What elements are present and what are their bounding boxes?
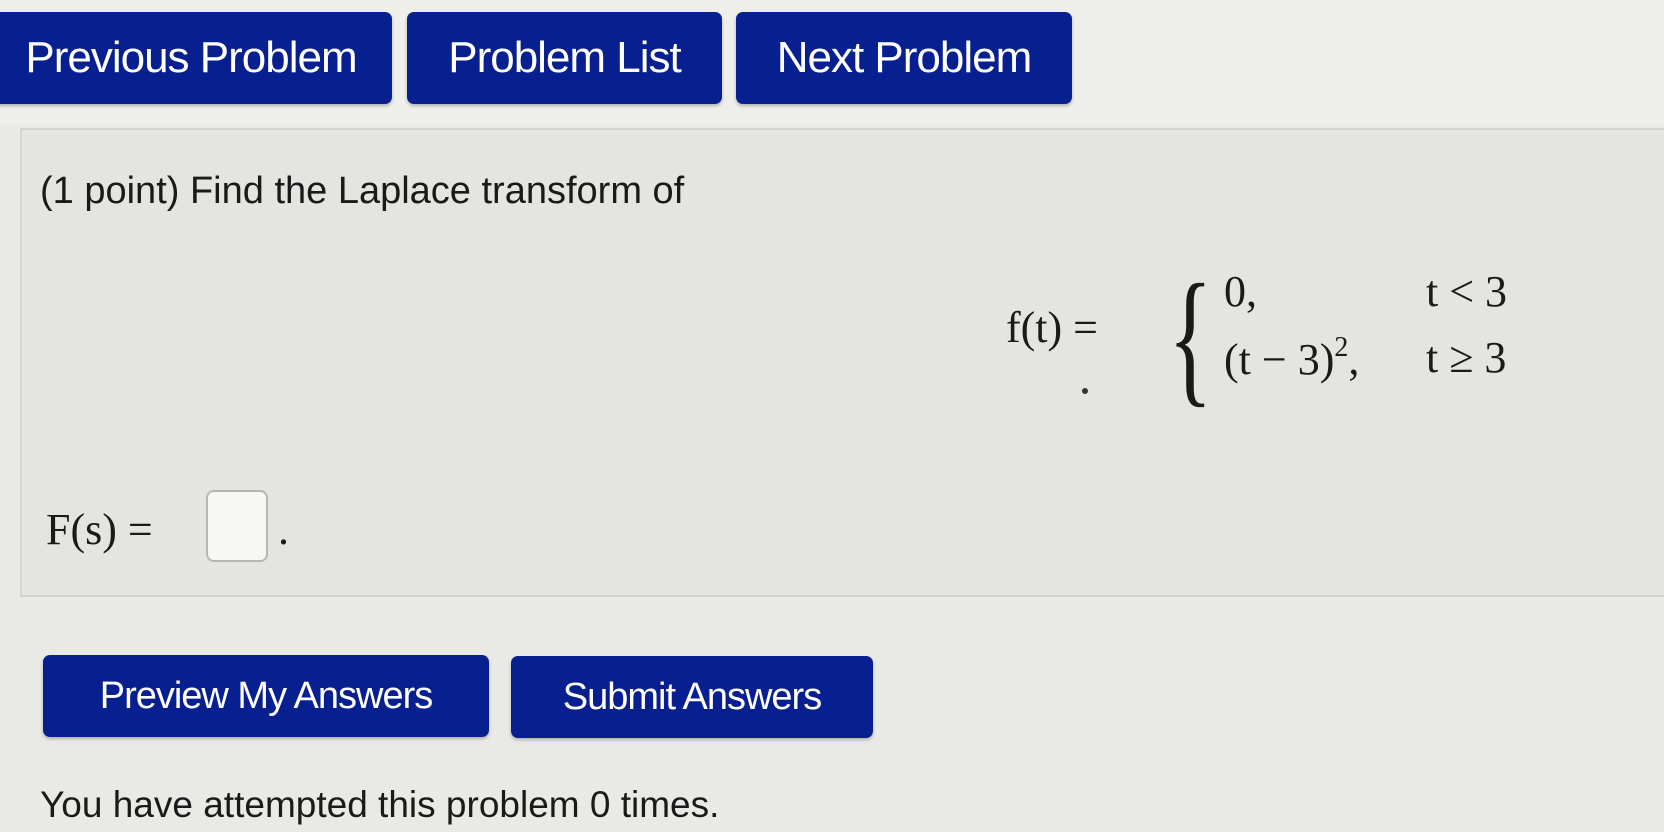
piecewise-case-1-value: 0, [1224,267,1257,316]
preview-answers-button[interactable]: Preview My Answers [43,655,489,737]
answer-period: . [278,505,289,554]
piecewise-case-2-condition: t ≥ 3 [1426,333,1507,382]
next-problem-button[interactable]: Next Problem [736,12,1072,104]
case-2-base: (t − 3) [1224,335,1335,384]
piecewise-brace: { [1168,254,1213,420]
piecewise-case-2-value: (t − 3)2, [1224,332,1359,385]
case-2-exponent: 2 [1334,332,1349,363]
case-2-comma: , [1348,335,1360,384]
answer-lhs: F(s) = [46,505,153,554]
problem-body: (1 point) Find the Laplace transform of … [20,128,1664,597]
submit-answers-button[interactable]: Submit Answers [511,656,873,738]
piecewise-case-1-condition: t < 3 [1426,267,1508,316]
previous-problem-button[interactable]: Previous Problem [0,12,392,104]
problem-list-button[interactable]: Problem List [407,12,722,104]
stray-dot [1082,388,1088,394]
problem-statement: (1 point) Find the Laplace transform of [40,170,685,212]
function-definition-lhs: f(t) = [1006,303,1098,352]
answer-input[interactable] [206,490,268,562]
attempts-message: You have attempted this problem 0 times. [40,784,720,825]
